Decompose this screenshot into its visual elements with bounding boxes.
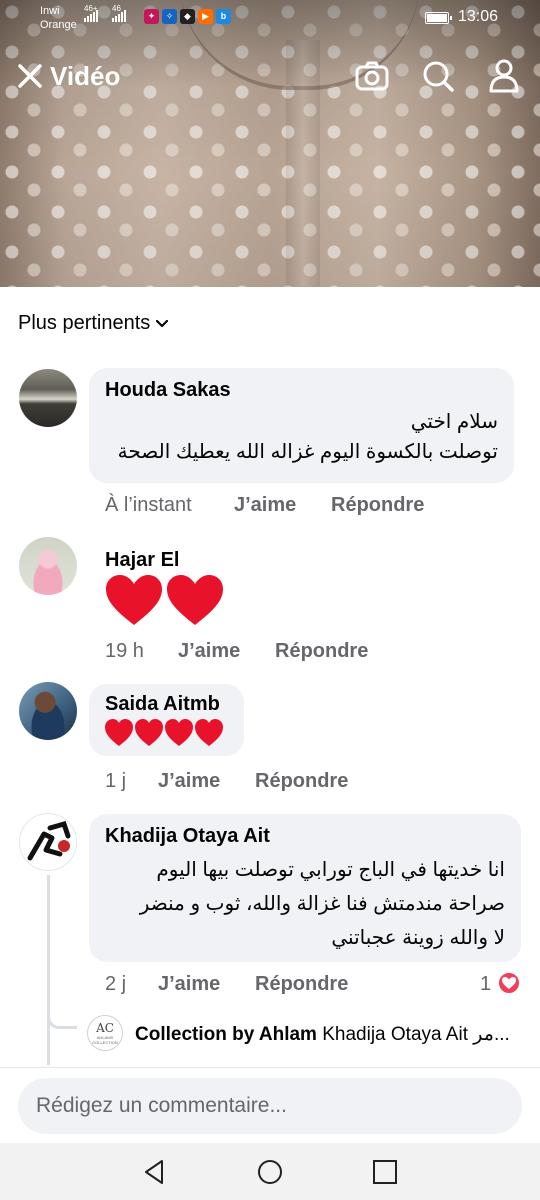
profile-icon[interactable] — [486, 57, 522, 95]
comment-text-line: سلام اختي — [410, 411, 498, 433]
network-label-2: 46 — [112, 4, 121, 13]
network-label-1: 46+ — [84, 4, 98, 13]
search-icon[interactable] — [420, 58, 456, 94]
comment-text-line: توصلت بالكسوة اليوم غزاله الله يعطيك الص… — [117, 441, 498, 463]
comment-time[interactable]: 1 j — [105, 770, 126, 793]
reply-button[interactable]: Répondre — [331, 494, 424, 517]
comment-time[interactable]: 2 j — [105, 973, 126, 996]
messenger-icon: ✧ — [162, 9, 177, 24]
comment-author[interactable]: Hajar El — [105, 549, 179, 572]
avatar-monogram: AC — [96, 1021, 114, 1035]
comment-time[interactable]: À l’instant — [105, 494, 192, 517]
heart-emoji-icon — [106, 575, 223, 625]
reply-snippet: مر... — [473, 1024, 510, 1045]
carrier-labels: Inwi Orange — [40, 4, 77, 32]
carrier-1: Inwi — [40, 5, 60, 17]
like-button[interactable]: J’aime — [234, 494, 296, 517]
home-icon[interactable] — [254, 1156, 286, 1188]
comment-input[interactable]: Rédigez un commentaire... — [18, 1078, 522, 1134]
video-shade — [0, 0, 540, 287]
back-icon[interactable] — [138, 1156, 170, 1188]
comment-input-placeholder: Rédigez un commentaire... — [36, 1094, 287, 1117]
reaction-count[interactable]: 1 — [480, 973, 491, 996]
video-player[interactable]: Inwi Orange 46+ 46 ✦ ✧ ◆ ▶ b 13:06 Vidéo — [0, 0, 540, 287]
comment-bubble: Khadija Otaya Ait انا خديتها في الباج تو… — [89, 814, 521, 962]
comment-text-line: لا والله زوينة عجباتني — [331, 927, 505, 949]
comment-composer: Rédigez un commentaire... — [0, 1067, 540, 1143]
app-notification-icon: ✦ — [144, 9, 159, 24]
booking-icon: b — [216, 9, 231, 24]
video-header: Vidéo — [0, 50, 540, 102]
avatar[interactable] — [19, 369, 77, 427]
heart-reaction-icon — [497, 971, 521, 995]
emoji-comment — [104, 573, 226, 634]
comment-sort-dropdown[interactable]: Plus pertinents — [18, 312, 169, 335]
sort-label: Plus pertinents — [18, 312, 151, 334]
comment-author[interactable]: Houda Sakas — [105, 378, 498, 402]
reply-button[interactable]: Répondre — [275, 640, 368, 663]
avatar[interactable] — [19, 813, 77, 871]
comment-bubble: Houda Sakas سلام اختي توصلت بالكسوة اليو… — [89, 368, 514, 483]
comments-panel: Plus pertinents Houda Sakas سلام اختي تو… — [0, 287, 540, 1067]
app-notification-icon-2: ◆ — [180, 9, 195, 24]
comment-time[interactable]: 19 h — [105, 640, 144, 663]
notification-icons: ✦ ✧ ◆ ▶ b — [144, 9, 231, 24]
avatar[interactable] — [19, 682, 77, 740]
avatar-graphic — [27, 820, 71, 861]
carrier-2: Orange — [40, 19, 77, 31]
reply-author[interactable]: Collection by Ahlam — [135, 1024, 317, 1045]
like-button[interactable]: J’aime — [158, 770, 220, 793]
chevron-down-icon — [156, 319, 169, 327]
reply-button[interactable]: Répondre — [255, 770, 348, 793]
video-title: Vidéo — [50, 61, 121, 91]
play-icon: ▶ — [198, 9, 213, 24]
like-button[interactable]: J’aime — [178, 640, 240, 663]
recents-icon[interactable] — [369, 1156, 401, 1188]
like-button[interactable]: J’aime — [158, 973, 220, 996]
clock: 13:06 — [458, 8, 499, 25]
comment-text-line: صراحة مندمتش فنا غزالة والله، ثوب و منضر — [139, 893, 505, 915]
heart-emoji-icon — [105, 719, 223, 746]
comment-author[interactable]: Khadija Otaya Ait — [105, 824, 505, 848]
battery-icon — [425, 12, 452, 24]
reply-thread-line — [47, 875, 50, 1065]
close-icon[interactable] — [16, 62, 44, 90]
reply-button[interactable]: Répondre — [255, 973, 348, 996]
comment-text-line: انا خديتها في الباج تورابي توصلت بيها ال… — [156, 859, 505, 881]
comment-bubble: Saida Aitmb — [89, 684, 244, 756]
reply-mention[interactable]: Khadija Otaya Ait — [322, 1024, 468, 1045]
avatar-subtext: AHLAMS COLLECTION — [92, 1035, 118, 1045]
reply-thread-elbow — [47, 1011, 77, 1029]
reply-preview[interactable]: Collection by Ahlam Khadija Otaya Ait مر… — [135, 1023, 510, 1046]
camera-icon[interactable] — [354, 58, 390, 94]
signal-icon-1: 46+ — [84, 4, 98, 22]
comment-author[interactable]: Saida Aitmb — [105, 692, 228, 716]
avatar[interactable]: AC AHLAMS COLLECTION — [87, 1015, 123, 1051]
system-nav-bar — [0, 1143, 540, 1200]
status-bar: Inwi Orange 46+ 46 ✦ ✧ ◆ ▶ b 13:06 — [0, 0, 540, 36]
signal-icon-2: 46 — [112, 4, 126, 22]
heart-icon — [502, 977, 516, 989]
avatar[interactable] — [19, 537, 77, 595]
